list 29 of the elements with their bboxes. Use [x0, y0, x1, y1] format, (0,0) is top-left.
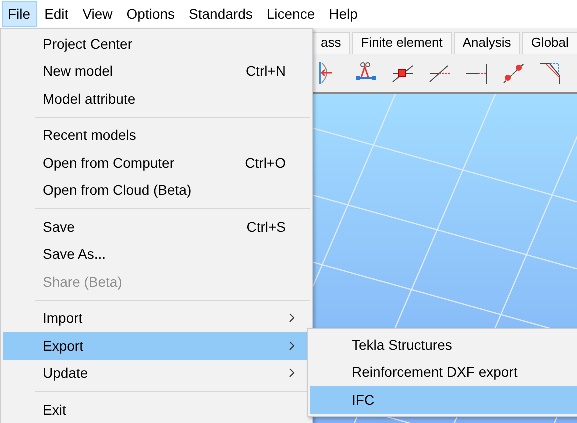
menu-item[interactable]: New model Ctrl+N [3, 58, 310, 85]
menu-bar-item[interactable]: Edit [38, 1, 75, 27]
menu-bar-item[interactable]: Standards [183, 1, 259, 27]
menu-item[interactable]: Model attribute [3, 85, 310, 112]
menu-item[interactable]: Exit [3, 396, 310, 423]
menu-item[interactable]: Save Ctrl+S [3, 213, 310, 240]
chevron-right-icon [288, 313, 296, 324]
menu-bar-item[interactable]: Help [323, 1, 364, 27]
tab[interactable]: ass [312, 32, 350, 54]
menu-item[interactable]: Update [3, 360, 310, 387]
tab[interactable]: Analysis [454, 32, 520, 54]
menu-item[interactable]: Open from Computer Ctrl+O [3, 149, 310, 176]
menu-bar-item[interactable]: View [76, 1, 119, 27]
menu-item[interactable]: Project Center [3, 30, 310, 58]
chevron-right-icon [288, 340, 296, 351]
menu-item[interactable]: Tekla Structures [310, 331, 577, 358]
menu-bar-item[interactable]: Licence [260, 1, 322, 27]
tab[interactable]: Global [522, 32, 577, 54]
chevron-right-icon [288, 368, 296, 378]
menu-item[interactable]: Import [3, 304, 310, 332]
menu-item[interactable]: Open from Cloud (Beta) [3, 176, 310, 204]
menu-item[interactable]: IFC [310, 386, 577, 414]
menu-bar-item[interactable]: Options [120, 1, 182, 27]
menu-item[interactable]: Recent models [3, 122, 310, 149]
menu-item[interactable]: Save As... [3, 240, 310, 268]
menu-bar-item[interactable]: File [2, 1, 37, 27]
menu-item[interactable]: Reinforcement DXF export [310, 358, 577, 386]
menu-item[interactable]: Export [3, 332, 310, 360]
tab[interactable]: Finite element [352, 32, 452, 54]
